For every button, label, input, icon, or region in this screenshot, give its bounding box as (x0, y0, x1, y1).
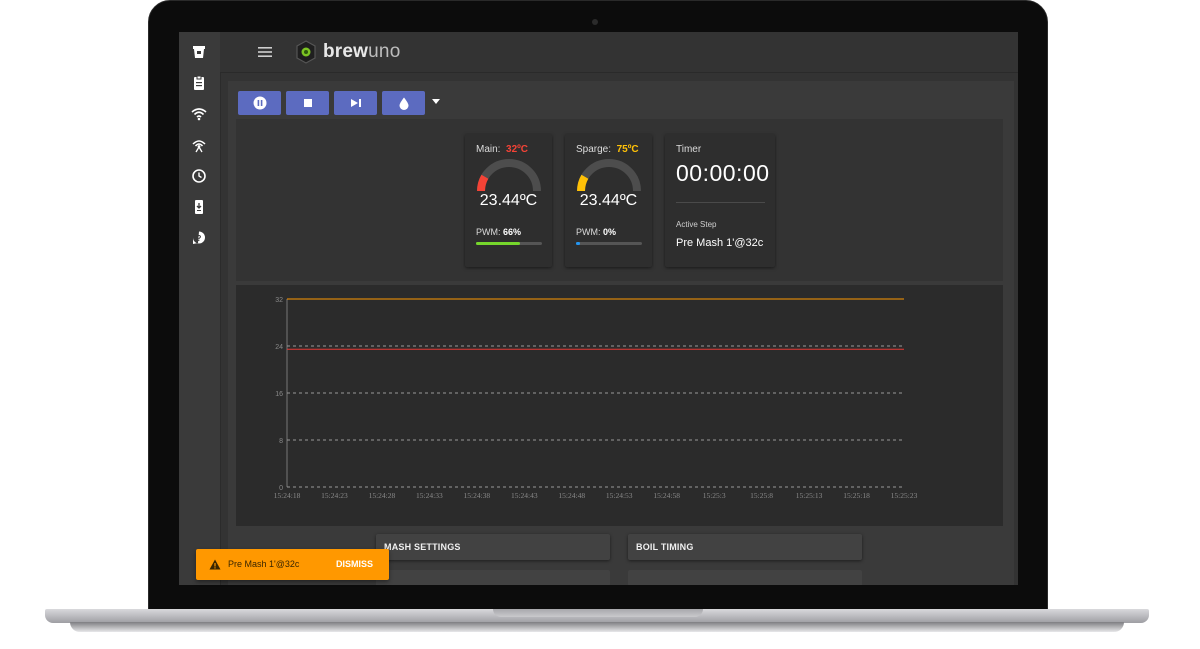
main-kettle-card: Main: 32ºC 23.44ºC PWM: 66% (465, 134, 552, 267)
status-panel: Main: 32ºC 23.44ºC PWM: 66% Sparge: 75ºC… (236, 119, 1003, 281)
y-tick-label: 24 (275, 344, 283, 351)
snackbar-message: Pre Mash 1'@32c (228, 559, 300, 569)
laptop-camera (592, 19, 598, 25)
main-kettle-label: Main: 32ºC (476, 144, 529, 155)
brewuno-logo-icon (296, 40, 316, 64)
warning-icon (209, 559, 221, 570)
x-tick-label: 15:24:48 (558, 491, 585, 500)
wifi-icon[interactable] (191, 106, 207, 122)
x-tick-label: 15:24:33 (416, 491, 443, 500)
top-app-bar: brewuno (220, 32, 1018, 73)
app-logo-text: brewuno (323, 41, 401, 62)
skip-next-icon (350, 99, 361, 107)
dismiss-button[interactable]: DISMISS (336, 559, 373, 569)
active-step-label: Active Step (676, 220, 717, 229)
main-content: Main: 32ºC 23.44ºC PWM: 66% Sparge: 75ºC… (228, 81, 1014, 585)
pause-button[interactable] (238, 91, 281, 115)
broadcast-icon[interactable] (191, 137, 207, 153)
menu-icon[interactable] (258, 47, 272, 57)
stop-icon (303, 99, 312, 107)
sparge-kettle-temperature: 23.44ºC (579, 192, 638, 209)
svg-text:?: ? (197, 234, 202, 243)
active-step-value: Pre Mash 1'@32c (676, 237, 764, 249)
x-tick-label: 15:24:18 (274, 491, 301, 500)
laptop-notch (493, 609, 703, 617)
main-kettle-gauge (477, 159, 541, 192)
x-tick-label: 15:25:8 (750, 491, 773, 500)
timer-card: Timer 00:00:00 Active Step Pre Mash 1'@3… (665, 134, 775, 267)
x-tick-label: 15:24:38 (464, 491, 491, 500)
sparge-kettle-gauge (577, 159, 641, 192)
y-tick-label: 8 (279, 438, 283, 445)
mash-settings-panel (376, 570, 610, 585)
timer-divider (676, 202, 765, 203)
x-tick-label: 15:24:58 (653, 491, 680, 500)
chevron-down-icon[interactable] (432, 99, 440, 104)
main-kettle-temperature: 23.44ºC (479, 192, 538, 209)
x-tick-label: 15:25:18 (843, 491, 870, 500)
water-drop-icon (399, 97, 408, 110)
help-icon[interactable]: ? (191, 230, 207, 246)
boil-timing-panel (628, 570, 862, 585)
sparge-kettle-pwm-bar (576, 242, 642, 245)
clipboard-icon[interactable] (191, 75, 207, 91)
mash-settings-button[interactable]: MASH SETTINGS (376, 534, 610, 560)
y-tick-label: 16 (275, 391, 283, 398)
laptop-base-shadow (70, 622, 1124, 632)
sparge-kettle-pwm: PWM: 0% (576, 227, 617, 237)
main-kettle-pwm-bar (476, 242, 542, 245)
timer-label: Timer (676, 144, 702, 155)
stop-button[interactable] (286, 91, 329, 115)
x-tick-label: 15:24:23 (321, 491, 348, 500)
sparge-kettle-label: Sparge: 75ºC (576, 144, 639, 155)
sidebar: ? (179, 32, 221, 585)
clock-icon[interactable] (191, 168, 207, 184)
sparge-kettle-card: Sparge: 75ºC 23.44ºC PWM: 0% (565, 134, 652, 267)
x-tick-label: 15:24:43 (511, 491, 538, 500)
recipes-icon[interactable] (191, 44, 207, 60)
app-screen: ? brewuno Main: 32ºC 23.44ºC PWM: 66% Sp… (179, 32, 1018, 585)
main-kettle-pwm: PWM: 66% (476, 227, 522, 237)
timer-value: 00:00:00 (676, 160, 770, 186)
x-tick-label: 15:24:28 (369, 491, 396, 500)
temperature-chart-panel: 0 8 16 24 32 15:24:18 15:24:23 15:24:28 15:24:33… (236, 285, 1003, 526)
water-drop-button[interactable] (382, 91, 425, 115)
x-tick-label: 15:25:13 (796, 491, 823, 500)
x-tick-label: 15:24:53 (606, 491, 633, 500)
x-tick-label: 15:25:3 (703, 491, 726, 500)
boil-timing-button[interactable]: BOIL TIMING (628, 534, 862, 560)
pause-icon (253, 96, 266, 110)
x-tick-label: 15:25:23 (891, 491, 918, 500)
y-tick-label: 32 (275, 297, 283, 304)
firmware-icon[interactable] (191, 199, 207, 215)
temperature-chart: 0816243215:24:18 15:24:23 15:24:28 15:24:33… (274, 297, 918, 500)
notification-snackbar: Pre Mash 1'@32c DISMISS (196, 549, 389, 580)
skip-next-button[interactable] (334, 91, 377, 115)
